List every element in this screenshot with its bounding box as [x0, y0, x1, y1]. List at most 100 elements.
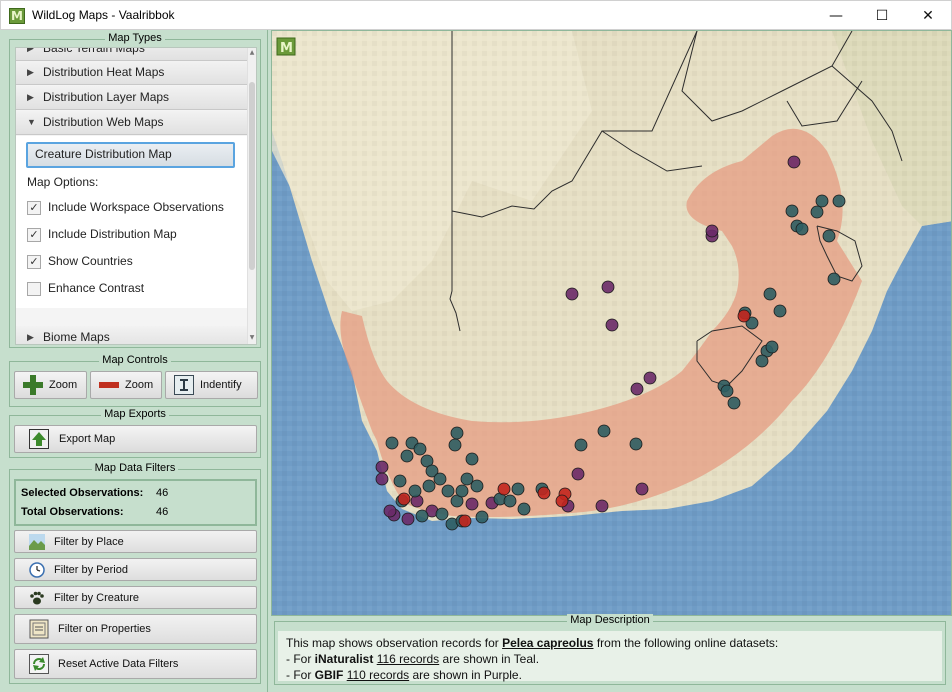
observation-point[interactable] [601, 280, 615, 294]
description-text: This map shows observation records for [286, 636, 503, 650]
observation-point[interactable] [503, 494, 517, 508]
accordion-basic-terrain-maps[interactable]: ▶ Basic Terrain Maps [16, 48, 248, 61]
observation-point[interactable] [408, 484, 422, 498]
observation-point[interactable] [450, 426, 464, 440]
filter-by-place-button[interactable]: Filter by Place [14, 530, 257, 553]
window-body: Map Types ▶ Basic Terrain Maps ▶ Distrib… [0, 30, 952, 692]
observation-point[interactable] [827, 272, 841, 286]
observation-point[interactable] [497, 482, 511, 496]
observation-point[interactable] [597, 424, 611, 438]
scrollbar-thumb[interactable] [249, 82, 255, 270]
observation-point[interactable] [537, 486, 551, 500]
maximize-button[interactable]: ☐ [859, 1, 905, 31]
observation-point[interactable] [595, 499, 609, 513]
observation-point[interactable] [413, 442, 427, 456]
include-workspace-observations-checkbox[interactable]: ✓ Include Workspace Observations [27, 200, 227, 216]
observation-point[interactable] [635, 482, 649, 496]
show-countries-checkbox[interactable]: ✓ Show Countries [27, 254, 227, 270]
clock-icon [29, 561, 45, 578]
map-data-filters-group: Map Data Filters Selected Observations: … [9, 462, 261, 684]
map-types-title: Map Types [105, 32, 165, 44]
inaturalist-source: iNaturalist [314, 652, 374, 666]
observation-point[interactable] [375, 472, 389, 486]
observation-point[interactable] [810, 205, 824, 219]
observation-point[interactable] [765, 340, 779, 354]
zoom-in-button[interactable]: Zoom [14, 371, 87, 399]
observation-point[interactable] [795, 222, 809, 236]
web-maps-panel: Creature Distribution Map Map Options: ✓… [16, 136, 248, 308]
identify-cursor-icon [174, 375, 194, 395]
observation-point[interactable] [460, 472, 474, 486]
observation-point[interactable] [605, 318, 619, 332]
creature-distribution-map-button[interactable]: Creature Distribution Map [26, 142, 235, 168]
filter-by-creature-button[interactable]: Filter by Creature [14, 586, 257, 609]
export-map-button[interactable]: Export Map [14, 425, 257, 453]
observation-point[interactable] [787, 155, 801, 169]
observation-point[interactable] [565, 287, 579, 301]
observation-point[interactable] [574, 438, 588, 452]
map-view[interactable]: M [271, 30, 952, 616]
enhance-contrast-checkbox[interactable]: Enhance Contrast [27, 281, 227, 297]
observation-point[interactable] [815, 194, 829, 208]
observation-point[interactable] [511, 482, 525, 496]
observation-point[interactable] [458, 514, 472, 528]
observation-point[interactable] [643, 371, 657, 385]
observation-point[interactable] [401, 512, 415, 526]
sidebar: Map Types ▶ Basic Terrain Maps ▶ Distrib… [0, 30, 268, 692]
accordion-scrollbar[interactable]: ▲ ▼ [247, 48, 256, 344]
identify-button[interactable]: Indentify [165, 371, 258, 399]
observation-point[interactable] [375, 460, 389, 474]
observation-point[interactable] [400, 449, 414, 463]
observation-point[interactable] [832, 194, 846, 208]
filter-by-period-button[interactable]: Filter by Period [14, 558, 257, 581]
observation-point[interactable] [720, 384, 734, 398]
accordion-biome-maps[interactable]: ▶ Biome Maps [16, 326, 248, 344]
observation-point[interactable] [433, 472, 447, 486]
zoom-out-button[interactable]: Zoom [90, 371, 162, 399]
observation-point[interactable] [755, 354, 769, 368]
observation-point[interactable] [705, 224, 719, 238]
gbif-records-link[interactable]: 110 records [347, 668, 409, 682]
observation-point[interactable] [785, 204, 799, 218]
observation-point[interactable] [630, 382, 644, 396]
observation-point[interactable] [773, 304, 787, 318]
observation-point[interactable] [555, 494, 569, 508]
observation-point[interactable] [629, 437, 643, 451]
observation-point[interactable] [385, 436, 399, 450]
observation-point[interactable] [737, 309, 751, 323]
observation-point[interactable] [571, 467, 585, 481]
observation-point[interactable] [763, 287, 777, 301]
observation-point[interactable] [435, 507, 449, 521]
observation-point[interactable] [441, 484, 455, 498]
filter-on-properties-button[interactable]: Filter on Properties [14, 614, 257, 644]
observation-point[interactable] [415, 509, 429, 523]
include-distribution-map-checkbox[interactable]: ✓ Include Distribution Map [27, 227, 227, 243]
observation-point[interactable] [383, 504, 397, 518]
accordion-distribution-heat-maps[interactable]: ▶ Distribution Heat Maps [16, 61, 248, 85]
observation-point[interactable] [517, 502, 531, 516]
map-exports-title: Map Exports [101, 408, 169, 420]
observation-point[interactable] [448, 438, 462, 452]
observation-point[interactable] [455, 484, 469, 498]
observation-point[interactable] [475, 510, 489, 524]
observation-point[interactable] [465, 497, 479, 511]
scroll-down-icon[interactable]: ▼ [248, 333, 256, 343]
observation-point[interactable] [470, 479, 484, 493]
species-link[interactable]: Pelea capreolus [502, 636, 593, 650]
map-canvas[interactable]: M [272, 31, 952, 616]
accordion-distribution-layer-maps[interactable]: ▶ Distribution Layer Maps [16, 86, 248, 110]
observation-point[interactable] [422, 479, 436, 493]
total-observations-label: Total Observations: [21, 506, 124, 518]
reset-filters-button[interactable]: Reset Active Data Filters [14, 649, 257, 679]
observation-point[interactable] [727, 396, 741, 410]
accordion-distribution-web-maps[interactable]: ▼ Distribution Web Maps [16, 111, 248, 135]
observation-point[interactable] [393, 474, 407, 488]
observation-point[interactable] [822, 229, 836, 243]
minimize-button[interactable]: — [813, 1, 859, 31]
app-logo-icon: M [9, 8, 25, 24]
inaturalist-records-link[interactable]: 116 records [377, 652, 439, 666]
observation-point[interactable] [397, 492, 411, 506]
observation-point[interactable] [465, 452, 479, 466]
close-button[interactable]: ✕ [905, 1, 951, 31]
scroll-up-icon[interactable]: ▲ [248, 48, 256, 58]
